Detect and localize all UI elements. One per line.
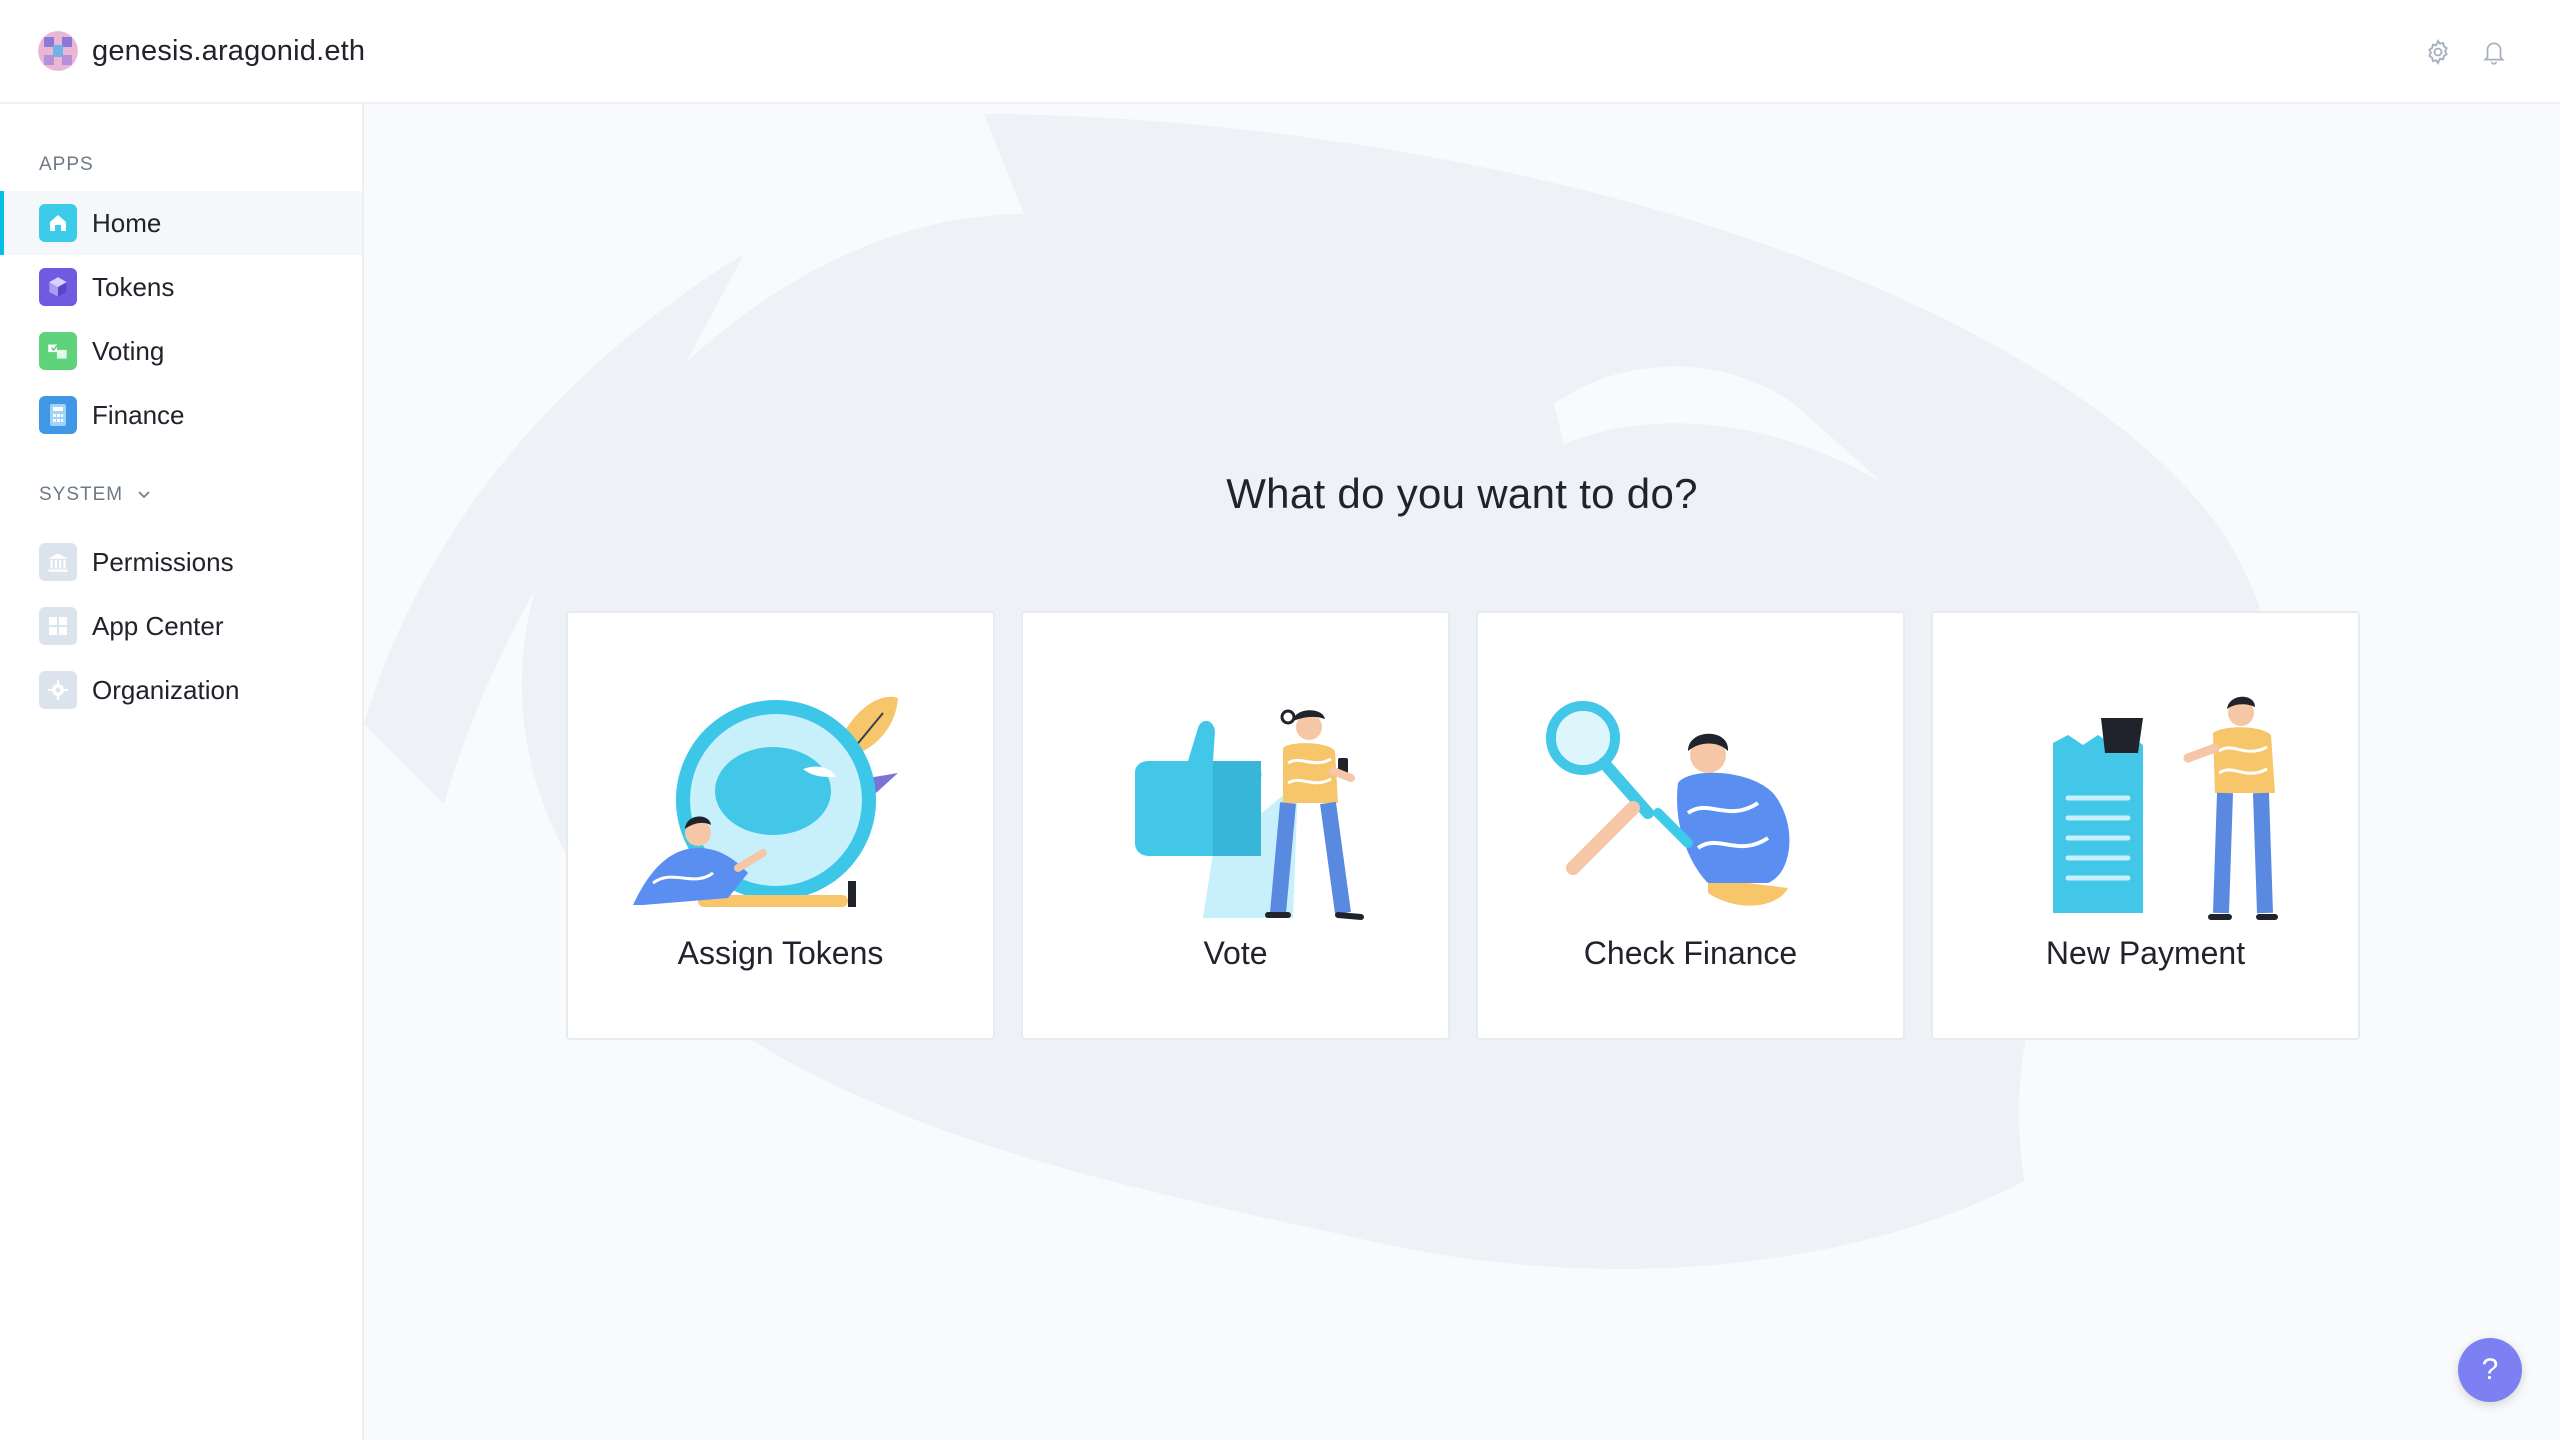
assign-tokens-card[interactable]: Assign Tokens [566, 611, 995, 1040]
card-label: New Payment [2045, 935, 2246, 971]
vote-illustration [1083, 673, 1392, 923]
sidebar-item-tokens[interactable]: Tokens [0, 255, 362, 319]
vote-card[interactable]: Vote [1021, 611, 1450, 1040]
card-label: Assign Tokens [677, 935, 884, 971]
sidebar-item-home[interactable]: Home [0, 191, 362, 255]
card-label: Check Finance [1583, 935, 1798, 971]
permissions-icon [39, 543, 77, 581]
chevron-down-icon [137, 484, 151, 506]
check-finance-card[interactable]: Check Finance [1476, 611, 1905, 1040]
sidebar-item-label: Organization [92, 674, 240, 705]
action-cards: Assign Tokens Vote Check Finance New Pay… [566, 611, 2360, 1040]
org-switcher[interactable]: genesis.aragonid.eth [38, 31, 365, 71]
sidebar-item-label: Voting [92, 335, 165, 366]
card-label: Vote [1203, 935, 1268, 971]
sidebar-item-label: Finance [92, 399, 185, 430]
apps-section-label: APPS [39, 154, 94, 175]
voting-icon [39, 332, 77, 370]
page-title: What do you want to do? [1226, 470, 1698, 517]
app-center-icon [39, 607, 77, 645]
gear-icon[interactable] [2422, 34, 2454, 70]
sidebar-item-permissions[interactable]: Permissions [0, 530, 362, 594]
assign-tokens-illustration [628, 673, 937, 923]
new-payment-card[interactable]: New Payment [1931, 611, 2360, 1040]
org-name: genesis.aragonid.eth [92, 34, 366, 67]
sidebar-item-finance[interactable]: Finance [0, 383, 362, 447]
sidebar-item-label: App Center [92, 610, 224, 641]
top-bar: genesis.aragonid.eth [0, 0, 2560, 104]
new-payment-illustration [1993, 673, 2302, 923]
tokens-icon [39, 268, 77, 306]
sidebar-item-label: Home [92, 207, 162, 238]
bell-icon[interactable] [2478, 34, 2510, 70]
main-content: What do you want to do? Assign Tokens Vo… [364, 104, 2560, 1440]
system-section-label: SYSTEM [39, 484, 124, 505]
sidebar-item-voting[interactable]: Voting [0, 319, 362, 383]
finance-icon [39, 396, 77, 434]
sidebar-item-label: Tokens [92, 271, 175, 302]
help-button[interactable]: ? [2458, 1338, 2522, 1402]
check-finance-illustration [1538, 673, 1847, 923]
sidebar-item-label: Permissions [92, 546, 234, 577]
sidebar-item-organization[interactable]: Organization [0, 658, 362, 722]
home-icon [39, 204, 77, 242]
sidebar: APPS Home Tokens Voting Finance SYSTEM P… [0, 104, 364, 1440]
org-avatar [38, 31, 78, 71]
organization-icon [39, 671, 77, 709]
help-label: ? [2481, 1353, 2499, 1386]
sidebar-item-app-center[interactable]: App Center [0, 594, 362, 658]
system-section-toggle[interactable]: SYSTEM [39, 484, 151, 506]
